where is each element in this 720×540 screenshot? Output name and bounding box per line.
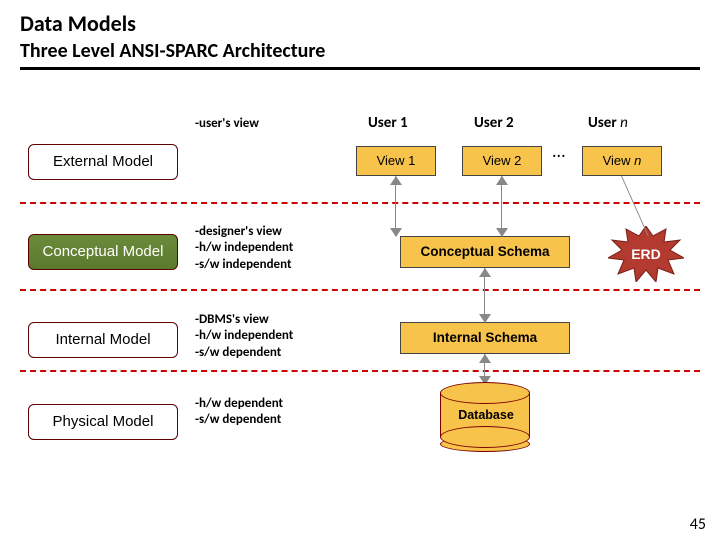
conceptual-model-desc: -designer's view -h/w independent -s/w i… xyxy=(195,224,340,273)
arrow-head-up xyxy=(390,176,402,185)
view-box: View 2 xyxy=(462,146,542,176)
arrow-shaft xyxy=(395,176,396,236)
internal-model-box: Internal Model xyxy=(28,322,178,358)
slide-title: Data Models xyxy=(20,10,700,37)
user-label: User 2 xyxy=(474,114,514,132)
arrow-head-down xyxy=(479,314,491,323)
arrow-head-up xyxy=(479,268,491,277)
level-divider xyxy=(20,202,700,204)
view-box: View n xyxy=(582,146,662,176)
user-label: User 1 xyxy=(368,114,408,132)
conceptual-schema-box: Conceptual Schema xyxy=(400,236,570,268)
view-n-prefix: View xyxy=(603,153,635,168)
view-n-var: n xyxy=(634,153,641,168)
user-n-prefix: User xyxy=(588,114,620,132)
arrow-head-down xyxy=(390,228,402,237)
view-box: View 1 xyxy=(356,146,436,176)
arrow-head-up xyxy=(479,354,491,363)
arrow-shaft xyxy=(501,176,502,236)
external-model-desc: -user's view xyxy=(195,116,340,132)
level-divider xyxy=(20,289,700,291)
arrow-head-down xyxy=(496,228,508,237)
external-model-box: External Model xyxy=(28,144,178,180)
arrow-head-up xyxy=(496,176,508,185)
user-label: User n xyxy=(588,114,628,132)
diagram-canvas: External Model Conceptual Model Internal… xyxy=(0,84,720,514)
physical-model-desc: -h/w dependent -s/w dependent xyxy=(195,396,340,429)
slide-subtitle: Three Level ANSI-SPARC Architecture xyxy=(20,39,700,63)
conceptual-model-box: Conceptual Model xyxy=(28,234,178,270)
internal-model-desc: -DBMS's view -h/w independent -s/w depen… xyxy=(195,312,340,361)
slide-header: Data Models Three Level ANSI-SPARC Archi… xyxy=(0,0,720,74)
database-label: Database xyxy=(446,408,526,422)
page-number: 45 xyxy=(690,515,706,534)
level-divider xyxy=(20,370,700,372)
header-rule xyxy=(20,67,700,70)
internal-schema-box: Internal Schema xyxy=(400,322,570,354)
physical-model-box: Physical Model xyxy=(28,404,178,440)
erd-label: ERD xyxy=(631,246,661,262)
user-n-var: n xyxy=(620,114,628,132)
ellipsis: ... xyxy=(552,140,566,162)
